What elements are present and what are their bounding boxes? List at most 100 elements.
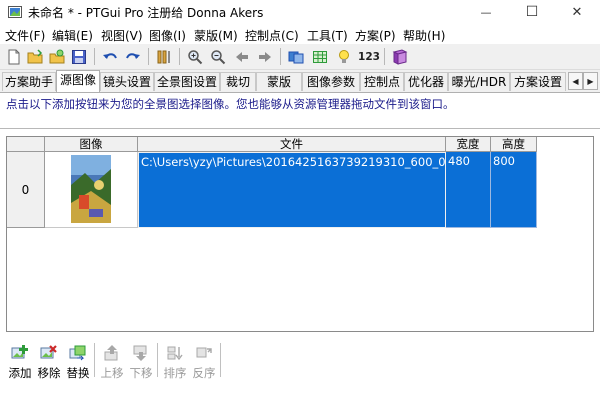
tab-mask[interactable]: 蒙版 <box>256 72 302 91</box>
menu-help[interactable]: 帮助(H) <box>403 27 445 44</box>
undo-button[interactable] <box>100 47 120 67</box>
tab-strip: 方案助手 源图像 镜头设置 全景图设置 裁切 蒙版 图像参数 控制点 优化器 曝… <box>0 70 600 92</box>
tab-project-settings[interactable]: 方案设置 <box>510 72 566 91</box>
zoom-out-icon <box>211 50 226 65</box>
back-button[interactable] <box>232 47 252 67</box>
numbers-icon: 123 <box>358 51 380 63</box>
remove-label: 移除 <box>37 366 61 380</box>
replace-label: 替换 <box>66 366 90 380</box>
open-folder-icon <box>27 49 43 64</box>
height-cell[interactable]: 800 <box>491 152 537 228</box>
move-down-icon <box>133 345 147 361</box>
action-separator <box>157 343 158 377</box>
column-header-image[interactable]: 图像 <box>45 137 138 152</box>
toolbar-separator <box>94 48 95 65</box>
numbers-button[interactable]: 123 <box>358 47 380 67</box>
menu-tools[interactable]: 工具(T) <box>307 27 348 44</box>
new-button[interactable] <box>4 47 24 67</box>
menu-file[interactable]: 文件(F) <box>5 27 45 44</box>
back-arrow-icon <box>236 52 248 62</box>
table-icon <box>313 51 327 63</box>
menu-edit[interactable]: 编辑(E) <box>52 27 93 44</box>
redo-button[interactable] <box>123 47 143 67</box>
bulb-icon <box>339 50 349 63</box>
title-bar: 未命名 * - PTGui Pro 注册给 Donna Akers — ☐ ✕ <box>0 0 600 24</box>
panel-divider <box>0 128 600 129</box>
maximize-icon: ☐ <box>525 4 539 20</box>
close-button[interactable]: ✕ <box>554 0 600 24</box>
remove-image-icon <box>40 345 57 359</box>
window-title: 未命名 * - PTGui Pro 注册给 Donna Akers <box>28 6 264 20</box>
column-header-width[interactable]: 宽度 <box>446 137 491 152</box>
bulb-button[interactable] <box>334 47 354 67</box>
menu-view[interactable]: 视图(V) <box>101 27 143 44</box>
toolbar-separator <box>280 48 281 65</box>
panorama-editor-button[interactable] <box>286 47 306 67</box>
tab-crop[interactable]: 裁切 <box>220 72 256 91</box>
column-header-height[interactable]: 高度 <box>491 137 537 152</box>
menu-project[interactable]: 方案(P) <box>355 27 396 44</box>
sort-icon <box>167 346 183 361</box>
tab-source-images[interactable]: 源图像 <box>56 70 100 92</box>
chevron-right-icon: ▶ <box>587 76 594 86</box>
width-cell[interactable]: 480 <box>446 152 491 228</box>
instruction-text: 点击以下添加按钮来为您的全景图选择图像。您也能够从资源管理器拖动文件到该窗口。 <box>6 97 455 111</box>
file-path-cell[interactable]: C:\Users\yzy\Pictures\201642516373921931… <box>138 152 446 228</box>
sort-button[interactable]: 排序 <box>160 337 190 381</box>
undo-icon <box>103 53 117 59</box>
image-table: 图像 文件 宽度 高度 0 C:\Users\yzy\Pictures\2016… <box>6 136 594 332</box>
save-icon <box>72 50 86 64</box>
move-down-button[interactable]: 下移 <box>126 337 156 381</box>
minimize-icon: — <box>480 5 492 19</box>
tab-scroll-right-button[interactable]: ▶ <box>583 72 598 90</box>
open-recent-icon <box>49 49 65 64</box>
corner-header <box>7 137 45 152</box>
chevron-left-icon: ◀ <box>572 76 579 86</box>
tab-exposure-hdr[interactable]: 曝光/HDR <box>448 72 510 91</box>
move-up-button[interactable]: 上移 <box>97 337 127 381</box>
sort-label: 排序 <box>163 366 187 380</box>
menu-mask[interactable]: 蒙版(M) <box>194 27 238 44</box>
add-label: 添加 <box>8 366 32 380</box>
tools-button[interactable] <box>154 47 174 67</box>
action-separator <box>220 343 221 377</box>
column-header-file[interactable]: 文件 <box>138 137 446 152</box>
open-recent-button[interactable] <box>47 47 67 67</box>
tab-panorama-settings[interactable]: 全景图设置 <box>154 72 220 91</box>
action-separator <box>94 343 95 377</box>
redo-icon <box>126 53 140 59</box>
forward-button[interactable] <box>255 47 275 67</box>
reverse-button[interactable]: 反序 <box>189 337 219 381</box>
minimize-button[interactable]: — <box>463 0 509 24</box>
zoom-in-icon <box>188 50 203 65</box>
toolbar-separator <box>148 48 149 65</box>
add-button[interactable]: 添加 <box>5 337 35 381</box>
row-index: 0 <box>7 152 45 228</box>
move-up-icon <box>104 345 118 361</box>
tab-project-assistant[interactable]: 方案助手 <box>2 72 56 91</box>
image-thumbnail <box>71 155 111 223</box>
forward-arrow-icon <box>259 52 271 62</box>
tab-scroll-left-button[interactable]: ◀ <box>568 72 583 90</box>
table-button[interactable] <box>310 47 330 67</box>
menu-image[interactable]: 图像(I) <box>149 27 186 44</box>
open-button[interactable] <box>25 47 45 67</box>
remove-button[interactable]: 移除 <box>34 337 64 381</box>
add-image-icon <box>11 345 28 359</box>
zoom-out-button[interactable] <box>208 47 228 67</box>
book-button[interactable] <box>390 47 410 67</box>
ptgui-app-icon <box>8 6 22 18</box>
zoom-in-button[interactable] <box>185 47 205 67</box>
image-thumbnail-cell[interactable] <box>45 152 138 228</box>
tab-optimizer[interactable]: 优化器 <box>404 72 448 91</box>
tab-image-parameters[interactable]: 图像参数 <box>302 72 360 91</box>
replace-image-icon <box>69 345 86 361</box>
menu-control-points[interactable]: 控制点(C) <box>245 27 299 44</box>
reverse-icon <box>196 347 212 358</box>
move-up-label: 上移 <box>100 366 124 380</box>
replace-button[interactable]: 替换 <box>63 337 93 381</box>
save-button[interactable] <box>69 47 89 67</box>
maximize-button[interactable]: ☐ <box>509 0 555 24</box>
tab-lens-settings[interactable]: 镜头设置 <box>100 72 154 91</box>
tab-control-points[interactable]: 控制点 <box>360 72 404 91</box>
